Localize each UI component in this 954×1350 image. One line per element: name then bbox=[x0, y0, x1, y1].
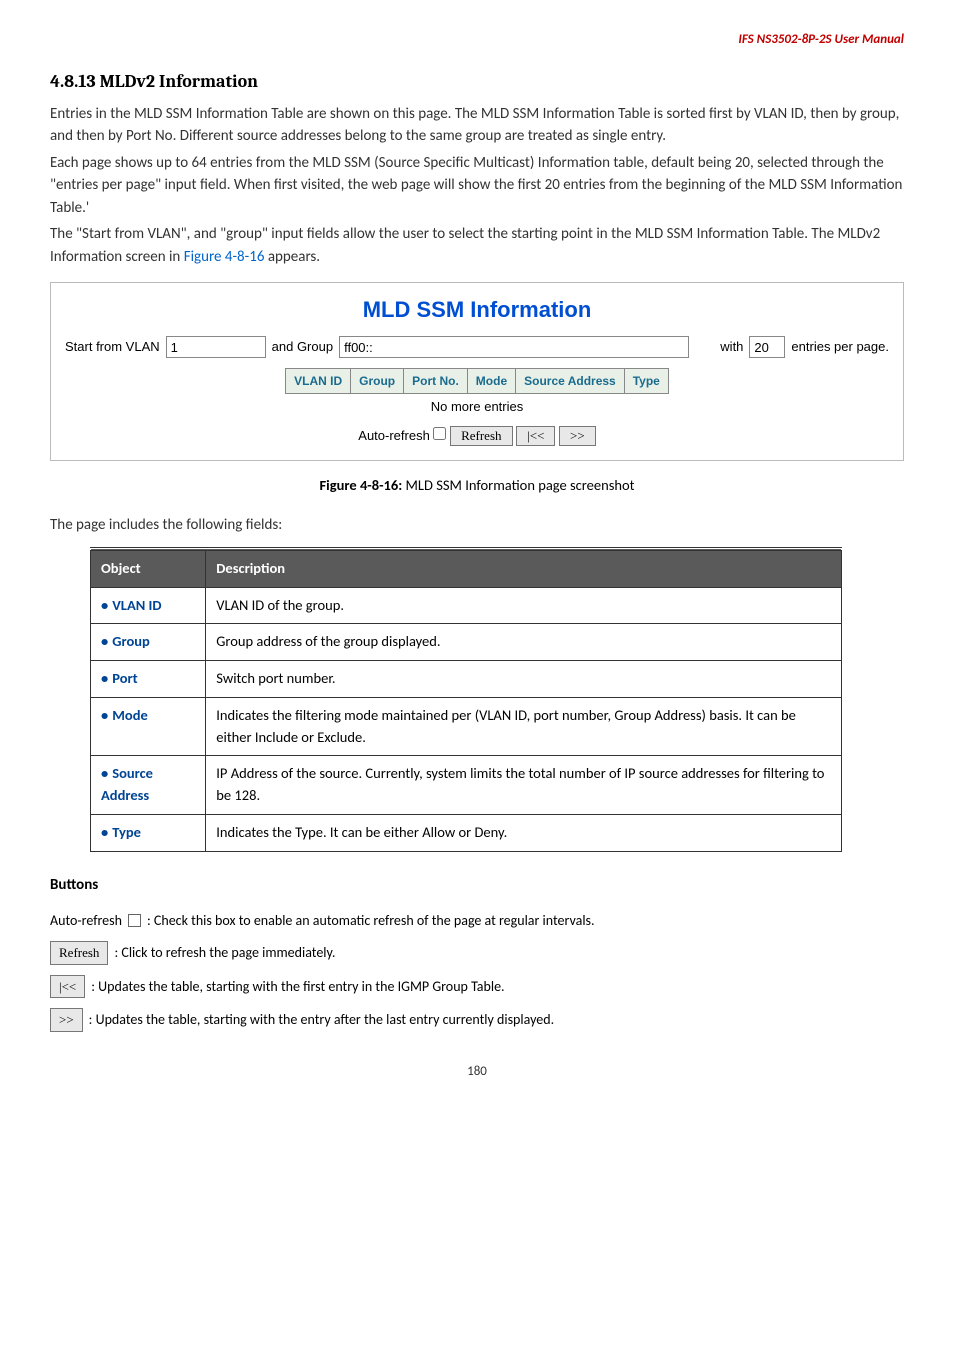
refresh-desc-row: Refresh : Click to refresh the page imme… bbox=[50, 941, 904, 965]
body-para-3a: The "Start from VLAN", and "group" input… bbox=[50, 225, 880, 266]
entries-per-page-label: entries per page. bbox=[791, 337, 889, 357]
col-mode: Mode bbox=[467, 369, 515, 394]
head-description: Description bbox=[206, 549, 841, 587]
obj-label: VLAN ID bbox=[112, 596, 161, 614]
page-header: IFS NS3502-8P-2S User Manual bbox=[50, 30, 904, 50]
col-source-address: Source Address bbox=[516, 369, 625, 394]
obj-label: Mode bbox=[112, 706, 148, 724]
figure-link[interactable]: Figure 4-8-16 bbox=[184, 248, 265, 266]
obj-desc: Switch port number. bbox=[206, 661, 841, 698]
obj-label: Group bbox=[112, 632, 150, 650]
col-group: Group bbox=[351, 369, 404, 394]
start-from-label: Start from VLAN bbox=[65, 337, 160, 357]
controls-row: Start from VLAN and Group with entries p… bbox=[65, 336, 889, 358]
no-more-entries: No more entries bbox=[286, 394, 669, 420]
figure-screenshot: MLD SSM Information Start from VLAN and … bbox=[50, 282, 904, 461]
body-para-3b: appears. bbox=[264, 248, 320, 266]
obj-desc: VLAN ID of the group. bbox=[206, 587, 841, 624]
auto-refresh-desc-row: Auto-refresh : Check this box to enable … bbox=[50, 910, 904, 931]
caption-prefix: Figure 4-8-16: bbox=[320, 476, 406, 494]
obj-label: Type bbox=[112, 823, 141, 841]
next-page-button[interactable]: >> bbox=[559, 426, 596, 446]
first-desc-row: |<< : Updates the table, starting with t… bbox=[50, 975, 904, 999]
caption-text: MLD SSM Information page screenshot bbox=[406, 476, 635, 494]
page-number: 180 bbox=[50, 1062, 904, 1082]
body-para-1: Entries in the MLD SSM Information Table… bbox=[50, 103, 904, 148]
obj-label: Source Address bbox=[101, 764, 153, 804]
section-heading: 4.8.13 MLDv2 Information bbox=[50, 68, 904, 95]
table-row: •VLAN ID VLAN ID of the group. bbox=[91, 587, 842, 624]
fields-intro: The page includes the following fields: bbox=[50, 514, 904, 537]
head-object: Object bbox=[91, 549, 206, 587]
table-row: •Type Indicates the Type. It can be eith… bbox=[91, 814, 842, 851]
button-row: Auto-refresh Refresh |<< >> bbox=[65, 426, 889, 446]
group-input[interactable] bbox=[339, 336, 689, 358]
table-row: •Mode Indicates the filtering mode maint… bbox=[91, 697, 842, 756]
figure-title: MLD SSM Information bbox=[65, 293, 889, 326]
start-vlan-input[interactable] bbox=[166, 336, 266, 358]
table-row: •Port Switch port number. bbox=[91, 661, 842, 698]
auto-refresh-prefix: Auto-refresh bbox=[50, 910, 122, 931]
first-desc: : Updates the table, starting with the f… bbox=[91, 976, 504, 997]
auto-refresh-checkbox[interactable] bbox=[433, 427, 446, 440]
figure-caption: Figure 4-8-16: MLD SSM Information page … bbox=[50, 475, 904, 497]
refresh-desc: : Click to refresh the page immediately. bbox=[114, 942, 335, 963]
body-para-3: The "Start from VLAN", and "group" input… bbox=[50, 223, 904, 268]
obj-desc: Group address of the group displayed. bbox=[206, 624, 841, 661]
obj-desc: IP Address of the source. Currently, sys… bbox=[206, 756, 841, 815]
obj-desc: Indicates the filtering mode maintained … bbox=[206, 697, 841, 756]
next-desc-row: >> : Updates the table, starting with th… bbox=[50, 1008, 904, 1032]
first-page-button[interactable]: |<< bbox=[516, 426, 555, 446]
refresh-button[interactable]: Refresh bbox=[450, 426, 512, 446]
obj-desc: Indicates the Type. It can be either All… bbox=[206, 814, 841, 851]
col-portno: Port No. bbox=[404, 369, 468, 394]
with-label: with bbox=[720, 337, 743, 357]
auto-refresh-desc: : Check this box to enable an automatic … bbox=[147, 910, 595, 931]
col-type: Type bbox=[624, 369, 668, 394]
mld-info-table: VLAN ID Group Port No. Mode Source Addre… bbox=[285, 368, 669, 420]
refresh-button-icon: Refresh bbox=[50, 941, 108, 965]
next-button-icon: >> bbox=[50, 1008, 83, 1032]
entries-input[interactable] bbox=[749, 336, 785, 358]
table-row: •Source Address IP Address of the source… bbox=[91, 756, 842, 815]
first-button-icon: |<< bbox=[50, 975, 85, 999]
checkbox-icon bbox=[128, 914, 141, 927]
next-desc: : Updates the table, starting with the e… bbox=[89, 1009, 554, 1030]
col-vlanid: VLAN ID bbox=[286, 369, 351, 394]
and-group-label: and Group bbox=[272, 337, 333, 357]
body-para-2: Each page shows up to 64 entries from th… bbox=[50, 152, 904, 220]
table-row: •Group Group address of the group displa… bbox=[91, 624, 842, 661]
buttons-heading: Buttons bbox=[50, 874, 904, 897]
object-table: Object Description •VLAN ID VLAN ID of t… bbox=[90, 547, 842, 852]
auto-refresh-label: Auto-refresh bbox=[358, 428, 430, 443]
obj-label: Port bbox=[112, 669, 137, 687]
